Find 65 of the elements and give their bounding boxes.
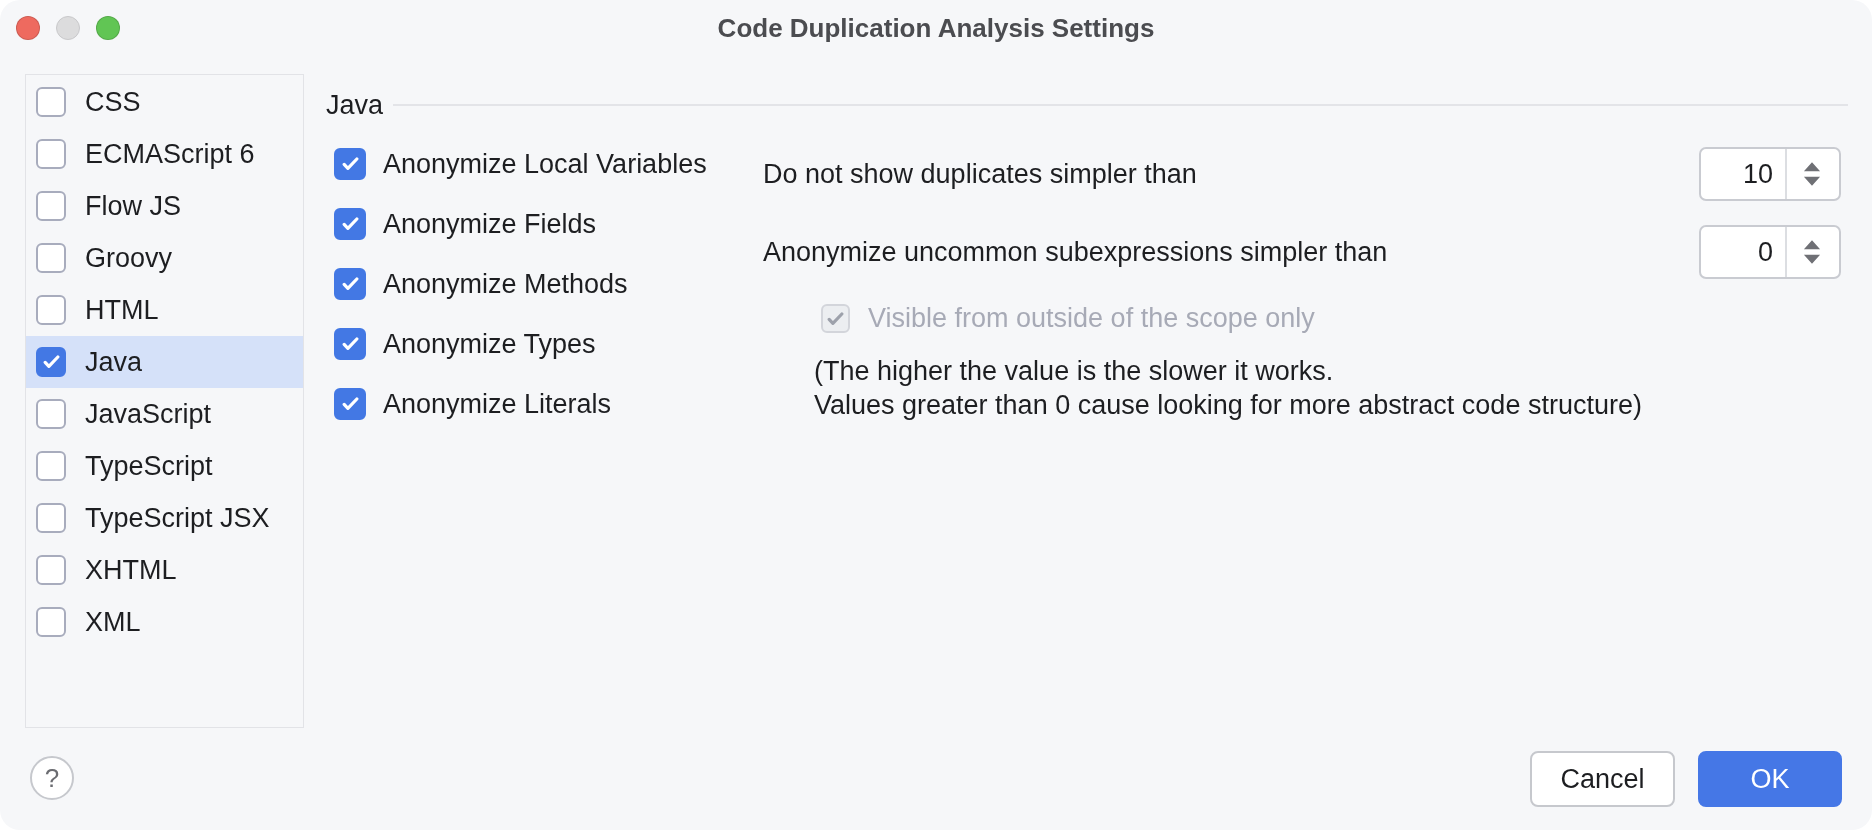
checkbox[interactable] <box>334 268 366 300</box>
help-button[interactable]: ? <box>30 756 74 800</box>
check-icon <box>341 397 359 411</box>
language-item[interactable]: XHTML <box>26 544 303 596</box>
language-item[interactable]: CSS <box>26 76 303 128</box>
language-label: HTML <box>85 294 159 326</box>
number-spinner[interactable]: 0 <box>1699 225 1841 279</box>
checkbox[interactable] <box>36 243 66 273</box>
section-title: Java <box>326 89 384 121</box>
language-label: XHTML <box>85 554 177 586</box>
checkbox[interactable] <box>334 328 366 360</box>
check-icon <box>827 311 844 326</box>
option-label: Anonymize Local Variables <box>383 148 707 180</box>
option-label: Anonymize Literals <box>383 388 612 420</box>
checkbox[interactable] <box>36 503 66 533</box>
close-button[interactable] <box>16 16 40 40</box>
option-label: Anonymize Types <box>383 328 596 360</box>
checkbox[interactable] <box>36 451 66 481</box>
checkbox[interactable] <box>36 347 66 377</box>
checkbox[interactable] <box>36 191 66 221</box>
setting-label: Do not show duplicates simpler than <box>763 158 1197 190</box>
cancel-button[interactable]: Cancel <box>1530 751 1675 807</box>
number-spinner[interactable]: 10 <box>1699 147 1841 201</box>
checkbox[interactable] <box>36 139 66 169</box>
zoom-button[interactable] <box>96 16 120 40</box>
setting-label: Anonymize uncommon subexpressions simpler than <box>763 236 1388 268</box>
language-item[interactable]: HTML <box>26 284 303 336</box>
ok-button[interactable]: OK <box>1698 751 1842 807</box>
language-item[interactable]: ECMAScript 6 <box>26 128 303 180</box>
language-label: Java <box>85 346 143 378</box>
check-icon <box>341 277 359 291</box>
checkbox[interactable] <box>36 295 66 325</box>
check-icon <box>341 157 359 171</box>
stepper-arrows-icon[interactable] <box>1803 240 1821 264</box>
stepper-arrows-icon[interactable] <box>1803 162 1821 186</box>
checkbox[interactable] <box>334 148 366 180</box>
check-icon <box>341 217 359 231</box>
checkbox[interactable] <box>334 388 366 420</box>
option-label: Anonymize Fields <box>383 208 597 240</box>
language-item[interactable]: XML <box>26 596 303 648</box>
checkbox[interactable] <box>36 399 66 429</box>
check-icon <box>42 355 60 369</box>
language-label: ECMAScript 6 <box>85 138 255 170</box>
language-label: Groovy <box>85 242 173 274</box>
language-label: TypeScript <box>85 450 213 482</box>
language-item[interactable]: Java <box>26 336 303 388</box>
language-label: XML <box>85 606 141 638</box>
checkbox[interactable] <box>36 607 66 637</box>
window-title: Code Duplication Analysis Settings <box>717 12 1155 44</box>
language-label: JavaScript <box>85 398 212 430</box>
option-label: Anonymize Methods <box>383 268 628 300</box>
checkbox[interactable] <box>334 208 366 240</box>
option-label: Visible from outside of the scope only <box>868 303 1315 334</box>
language-item[interactable]: TypeScript JSX <box>26 492 303 544</box>
language-item[interactable]: Groovy <box>26 232 303 284</box>
check-icon <box>341 337 359 351</box>
checkbox[interactable] <box>36 555 66 585</box>
language-item[interactable]: TypeScript <box>26 440 303 492</box>
language-item[interactable]: Flow JS <box>26 180 303 232</box>
hint-text: (The higher the value is the slower it works. Values greater than 0 cause looking for more abstract code structure) <box>814 355 1643 422</box>
checkbox[interactable] <box>36 87 66 117</box>
language-label: TypeScript JSX <box>85 502 270 534</box>
language-label: CSS <box>85 86 141 118</box>
language-label: Flow JS <box>85 190 182 222</box>
language-item[interactable]: JavaScript <box>26 388 303 440</box>
